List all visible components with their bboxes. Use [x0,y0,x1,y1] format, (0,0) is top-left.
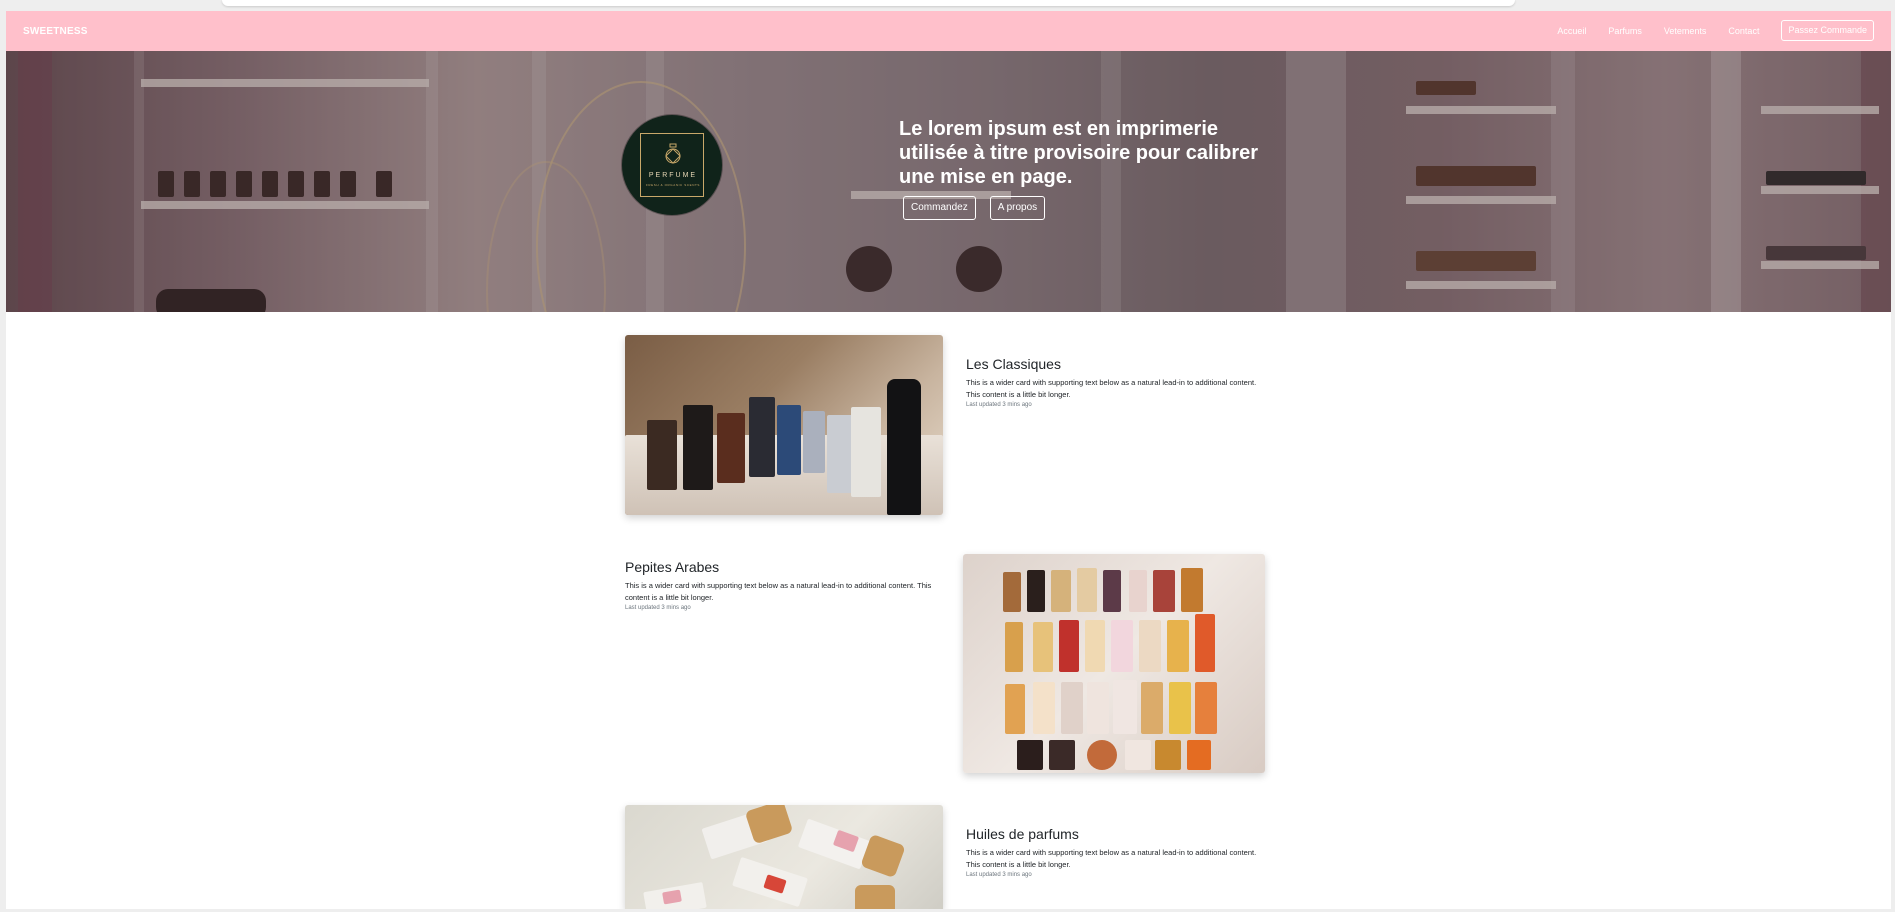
nav-link-parfums[interactable]: Parfums [1608,26,1642,36]
brand-link[interactable]: SWEETNESS [23,26,88,37]
nav-links: Accueil Parfums Vetements Contact Passez… [1535,20,1874,41]
hero-heading: Le lorem ipsum est en imprimerie utilisé… [899,118,1259,188]
logo-text: PERFUME [648,172,698,179]
card-title: Huiles de parfums [966,826,1079,842]
navbar: SWEETNESS Accueil Parfums Vetements Cont… [6,11,1891,51]
card-text: This is a wider card with supporting tex… [625,581,932,602]
perfume-bottle-icon [665,143,681,164]
hero-banner: PERFUME FRESH & ORGANIC SCENTS Le lorem … [6,51,1891,312]
browser-top-edge [222,0,1515,6]
hero-buttons: Commandez A propos [903,196,1059,220]
nav-link-contact[interactable]: Contact [1728,26,1759,36]
card-updated: Last updated 3 mins ago [625,605,691,611]
card-updated: Last updated 3 mins ago [966,872,1032,878]
order-button[interactable]: Passez Commande [1781,20,1874,41]
a-propos-button[interactable]: A propos [989,196,1046,220]
card-text: This is a wider card with supporting tex… [966,848,1257,869]
nav-link-vetements[interactable]: Vetements [1664,26,1707,36]
card-updated: Last updated 3 mins ago [966,402,1032,408]
card-image [963,554,1265,773]
card-image [625,335,943,515]
commandez-button[interactable]: Commandez [903,196,976,220]
perfume-logo: PERFUME FRESH & ORGANIC SCENTS [622,115,722,215]
nav-link-accueil[interactable]: Accueil [1557,26,1586,36]
card-title: Pepites Arabes [625,559,720,575]
card-text: This is a wider card with supporting tex… [966,378,1257,399]
logo-subtext: FRESH & ORGANIC SCENTS [645,183,701,187]
page: SWEETNESS Accueil Parfums Vetements Cont… [6,11,1891,909]
card-title: Les Classiques [966,356,1061,372]
card-image [625,805,943,909]
